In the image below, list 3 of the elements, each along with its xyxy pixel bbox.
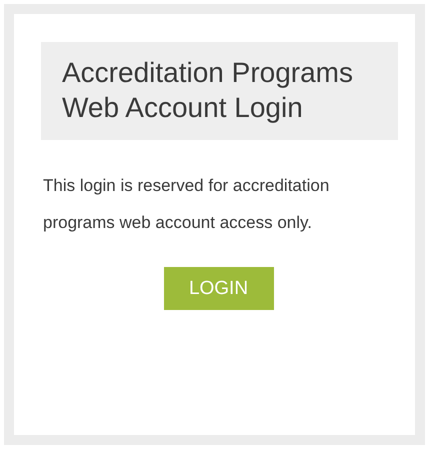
card-title: Accreditation Programs Web Account Login xyxy=(41,42,398,140)
login-message: This login is reserved for accreditation programs web account access only. xyxy=(43,175,330,234)
login-button[interactable]: LOGIN xyxy=(164,267,274,310)
